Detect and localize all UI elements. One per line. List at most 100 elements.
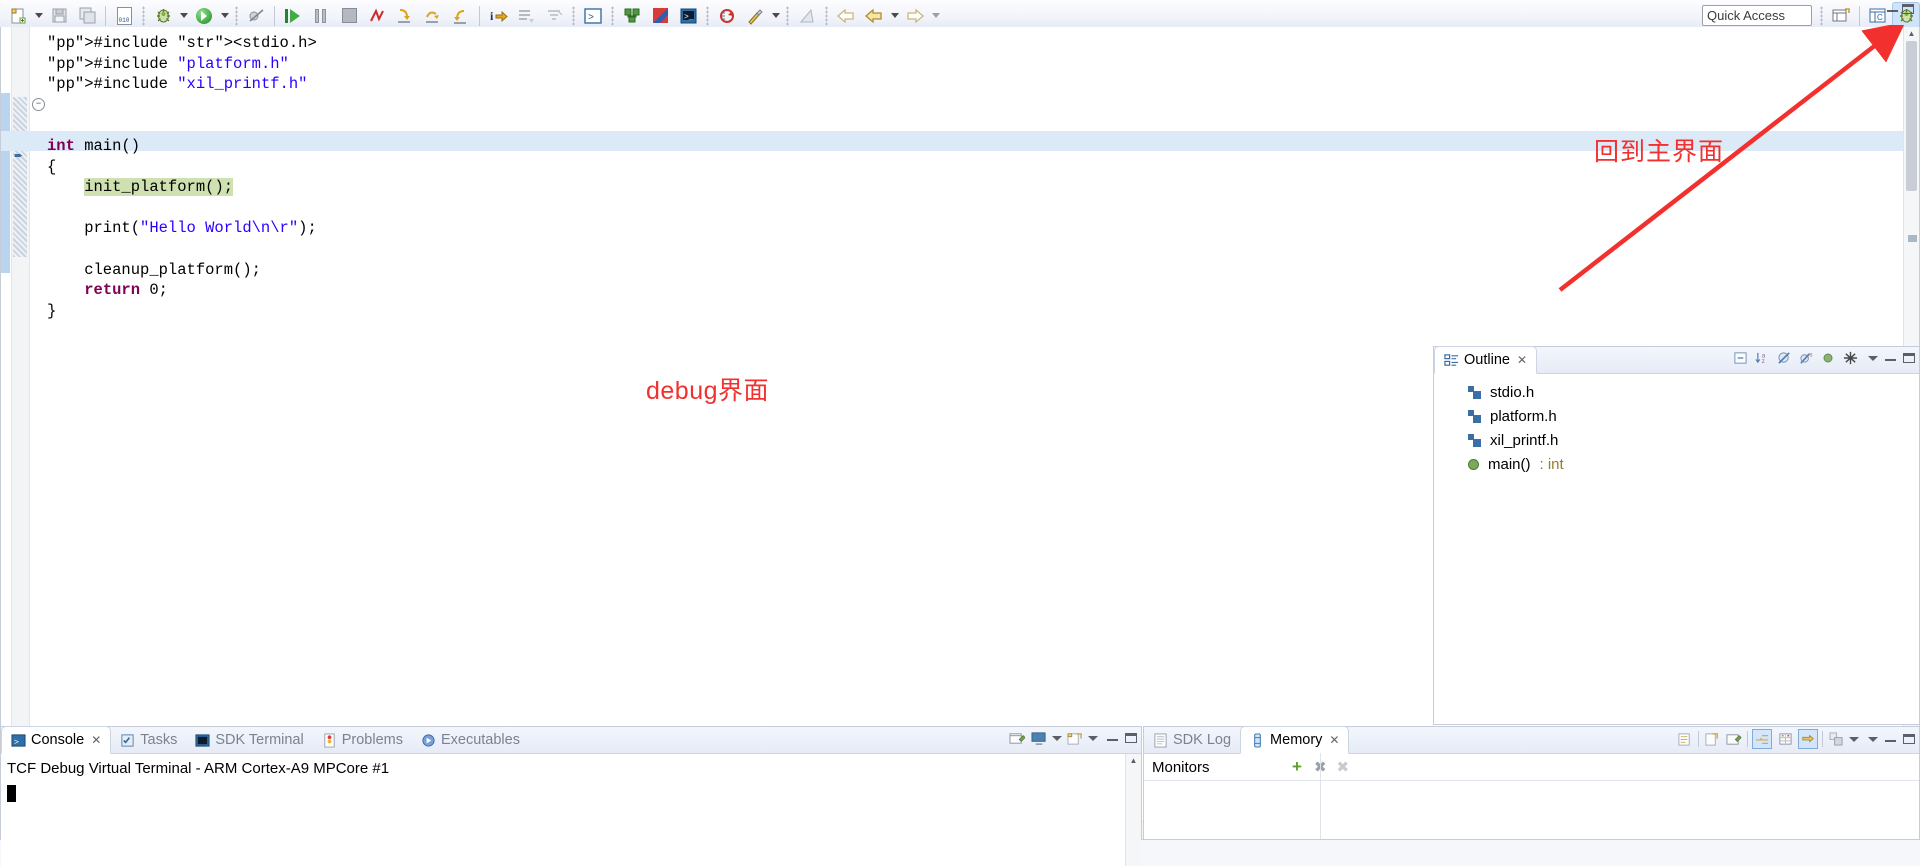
console-body[interactable]: TCF Debug Virtual Terminal - ARM Cortex-… [1,754,1141,866]
console-scroll-up-icon[interactable]: ▲ [1126,756,1141,765]
tab-memory[interactable]: Memory ✕ [1240,726,1350,754]
hide-nonpublic-icon[interactable] [1819,349,1837,367]
memory-copy-icon[interactable] [1827,730,1845,748]
terminate-button[interactable] [335,2,363,30]
toolbar-separator-2 [274,5,275,26]
previous-dropdown[interactable] [888,3,901,29]
terminal-button[interactable]: >_ [674,2,702,30]
outline-item[interactable]: xil_printf.h [1434,428,1919,452]
toggle-split-pane-icon[interactable] [1752,729,1772,749]
editor-scroll-up-icon[interactable]: ▲ [1904,29,1919,38]
display-selected-console-icon[interactable] [1030,729,1048,747]
system-generator-button[interactable] [646,2,674,30]
editor-scroll-thumb[interactable] [1906,41,1917,191]
tab-console[interactable]: > Console ✕ [1,726,112,754]
hide-macros-icon[interactable] [1841,349,1859,367]
quick-access-input[interactable]: Quick Access [1702,5,1812,26]
debug-button[interactable] [149,2,177,30]
memory-table-icon[interactable] [1776,730,1794,748]
code-line: print("Hello World\n\r"); [47,219,317,238]
tab-executables[interactable]: Executables [412,727,529,753]
new-dropdown[interactable] [32,3,45,29]
tab-sdk-log[interactable]: SDK Log [1144,727,1240,753]
build-dropdown[interactable] [769,3,782,29]
new-button[interactable] [4,2,32,30]
step-return-button[interactable] [447,2,475,30]
open-console-icon[interactable] [1008,729,1026,747]
editor-minimize-icon[interactable] [1887,7,1898,12]
run-button[interactable] [190,2,218,30]
debug-dropdown[interactable] [177,3,190,29]
tab-outline[interactable]: Outline ✕ [1434,346,1538,374]
run-dropdown[interactable] [218,3,231,29]
add-monitor-icon[interactable]: + [1292,757,1302,777]
open-perspective-button[interactable] [1827,2,1855,30]
close-icon[interactable]: ✕ [1517,353,1527,367]
link-memory-icon[interactable] [1725,730,1743,748]
new-memory-renderer-icon[interactable] [1703,730,1721,748]
ruler-button[interactable] [793,2,821,30]
outline-item[interactable]: stdio.h [1434,380,1919,404]
maximize-icon[interactable] [1125,733,1137,743]
outline-item[interactable]: platform.h [1434,404,1919,428]
outline-window-controls [1868,353,1915,363]
tab-sdk-terminal[interactable]: SDK Terminal [186,727,312,753]
tab-problems[interactable]: Problems [313,727,412,753]
memory-split-divider[interactable] [1320,753,1321,839]
xsct-console-button[interactable]: > [579,2,607,30]
disconnect-button[interactable] [363,2,391,30]
save-button[interactable] [45,2,73,30]
outline-view-toolbar: az s [1731,349,1915,367]
console-new-dropdown-icon[interactable] [1088,735,1098,741]
use-step-filters-button[interactable] [540,2,568,30]
toolbar-dot-separator-6 [785,5,790,26]
collapse-all-icon[interactable] [1731,349,1749,367]
instruction-stepping-button[interactable]: i [484,2,512,30]
drop-to-frame-button[interactable] [512,2,540,30]
memory-view-menu-icon[interactable] [1868,736,1878,742]
minimize-icon[interactable] [1885,356,1896,361]
step-over-button[interactable] [419,2,447,30]
outline-item[interactable]: main() : int [1434,452,1919,476]
tab-tasks[interactable]: Tasks [111,727,186,753]
save-all-button[interactable] [73,2,101,30]
tab-console-label: Console [31,732,85,748]
program-fpga-button[interactable] [618,2,646,30]
next-dropdown[interactable] [929,3,942,29]
build-button[interactable] [741,2,769,30]
resume-button[interactable] [279,2,307,30]
memory-toolbar-dropdown-icon[interactable] [1849,736,1859,742]
remove-all-monitors-icon[interactable]: ✖ [1337,758,1350,776]
close-icon[interactable]: ✕ [91,733,101,747]
console-vertical-scrollbar[interactable]: ▲ [1125,754,1141,866]
sort-icon[interactable]: az [1753,349,1771,367]
fold-collapse-icon[interactable]: − [32,98,45,111]
step-into-button[interactable] [391,2,419,30]
previous-annotation-button[interactable] [860,2,888,30]
problems-icon [324,732,335,748]
refresh-button[interactable] [713,2,741,30]
outline-view-menu-icon[interactable] [1868,355,1878,361]
close-icon[interactable]: ✕ [1329,733,1339,747]
new-file-button[interactable] [110,2,138,30]
minimize-icon[interactable] [1107,736,1118,741]
outline-list[interactable]: stdio.h platform.h xil_printf.h main() : in… [1434,374,1919,476]
skip-breakpoints-button[interactable] [242,2,270,30]
editor-maximize-icon[interactable] [1902,4,1914,14]
back-button[interactable] [832,2,860,30]
hide-fields-icon[interactable] [1775,349,1793,367]
new-console-icon[interactable] [1066,729,1084,747]
memory-view: SDK Log Memory ✕ Monitors + ✖ ✖ [1143,726,1920,840]
pin-memory-icon[interactable] [1676,730,1694,748]
console-display-dropdown-icon[interactable] [1052,735,1062,741]
maximize-icon[interactable] [1903,734,1915,744]
svg-text:i: i [490,9,494,23]
toggle-memory-monitors-icon[interactable] [1798,729,1818,749]
minimize-icon[interactable] [1885,737,1896,742]
maximize-icon[interactable] [1903,353,1915,363]
hide-static-icon[interactable]: s [1797,349,1815,367]
editor-change-marker [1,93,10,273]
toolbar-dot-separator-8 [1819,5,1824,26]
next-annotation-button[interactable] [901,2,929,30]
suspend-button[interactable] [307,2,335,30]
